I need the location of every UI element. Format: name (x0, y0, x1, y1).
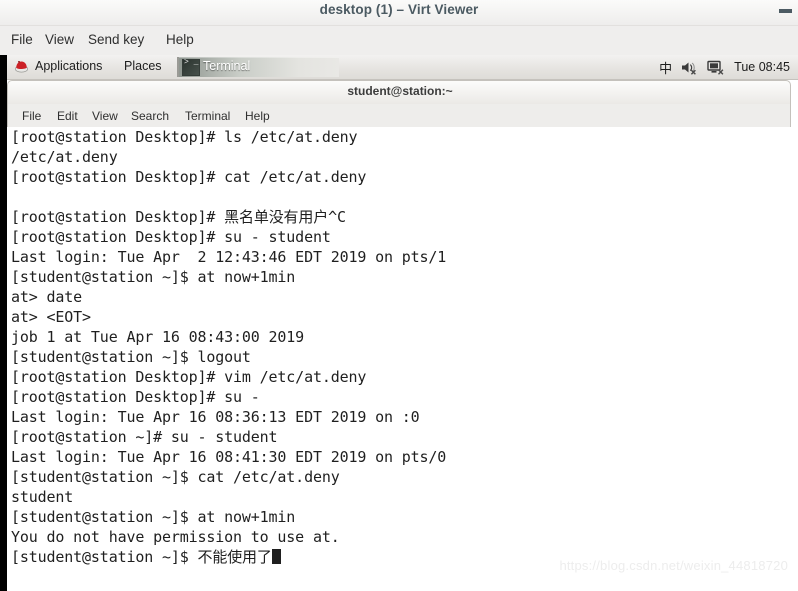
terminal-line: [root@station Desktop]# su - (11, 388, 260, 406)
viewer-menu-file[interactable]: File (8, 31, 36, 48)
input-method-indicator[interactable]: 中 (659, 58, 672, 77)
terminal-menu-view[interactable]: View (90, 108, 120, 124)
terminal-line: at> date (11, 288, 83, 306)
terminal-line: [student@station ~]$ cat /etc/at.deny (11, 468, 340, 486)
terminal-line: Last login: Tue Apr 2 12:43:46 EDT 2019 … (11, 248, 447, 266)
terminal-line: [root@station Desktop]# su - student (11, 228, 331, 246)
network-disconnected-icon[interactable] (707, 60, 725, 75)
terminal-cursor (271, 549, 281, 564)
terminal-menu-search[interactable]: Search (129, 108, 171, 124)
terminal-line: Last login: Tue Apr 16 08:36:13 EDT 2019… (11, 408, 420, 426)
viewer-titlebar: desktop (1) – Virt Viewer (0, 0, 798, 26)
terminal-icon (182, 58, 200, 76)
viewer-menubar: File View Send key Help (0, 26, 798, 54)
terminal-line: [root@station Desktop]# 黑名单没有用户^C (11, 208, 346, 226)
terminal-menu-file[interactable]: File (20, 108, 43, 124)
terminal-line: [student@station ~]$ at now+1min (11, 508, 296, 526)
display-letterbox (0, 55, 7, 591)
virt-viewer-window: desktop (1) – Virt Viewer File View Send… (0, 0, 798, 591)
terminal-line: [root@station Desktop]# vim /etc/at.deny (11, 368, 367, 386)
terminal-menu-edit[interactable]: Edit (55, 108, 80, 124)
terminal-output-area[interactable]: [root@station Desktop]# ls /etc/at.deny /… (7, 127, 791, 591)
terminal-menubar: File Edit View Search Terminal Help (7, 104, 791, 127)
panel-status-area: 中 Tue 08:45 (659, 55, 790, 79)
taskbar-window-label: Terminal (203, 59, 251, 73)
terminal-line: [root@station ~]# su - student (11, 428, 278, 446)
watermark-text: https://blog.csdn.net/weixin_44818720 (559, 558, 788, 573)
terminal-titlebar: student@station:~ (7, 80, 791, 104)
gnome-terminal-window: student@station:~ File Edit View Search … (7, 80, 791, 591)
viewer-menu-view[interactable]: View (42, 31, 77, 48)
terminal-line: [student@station ~]$ at now+1min (11, 268, 296, 286)
viewer-menu-sendkey[interactable]: Send key (85, 31, 147, 48)
terminal-line: /etc/at.deny (11, 148, 118, 166)
panel-clock[interactable]: Tue 08:45 (734, 60, 790, 74)
minimize-button[interactable] (779, 9, 792, 13)
terminal-window-title: student@station:~ (347, 84, 453, 98)
terminal-line: [student@station ~]$ 不能使用了 (11, 547, 281, 567)
redhat-logo-icon (14, 60, 29, 73)
vm-display-area[interactable]: Applications Places Terminal 中 (0, 55, 798, 591)
viewer-menu-help[interactable]: Help (163, 31, 197, 48)
viewer-window-title: desktop (1) – Virt Viewer (319, 2, 479, 17)
terminal-line: [root@station Desktop]# cat /etc/at.deny (11, 168, 367, 186)
terminal-line: Last login: Tue Apr 16 08:41:30 EDT 2019… (11, 448, 447, 466)
terminal-menu-terminal[interactable]: Terminal (183, 108, 232, 124)
terminal-menu-help[interactable]: Help (243, 108, 272, 124)
gnome-top-panel: Applications Places Terminal 中 (7, 55, 798, 80)
panel-applications-menu[interactable]: Applications (35, 59, 102, 73)
terminal-line: job 1 at Tue Apr 16 08:43:00 2019 (11, 328, 305, 346)
taskbar-window-terminal[interactable]: Terminal (177, 57, 339, 77)
panel-places-menu[interactable]: Places (124, 59, 162, 73)
volume-muted-icon[interactable] (681, 60, 698, 75)
terminal-line: [student@station ~]$ logout (11, 348, 251, 366)
terminal-line: student (11, 488, 74, 506)
terminal-line: at> <EOT> (11, 308, 91, 326)
terminal-line: You do not have permission to use at. (11, 528, 340, 546)
terminal-line: [root@station Desktop]# ls /etc/at.deny (11, 128, 358, 146)
